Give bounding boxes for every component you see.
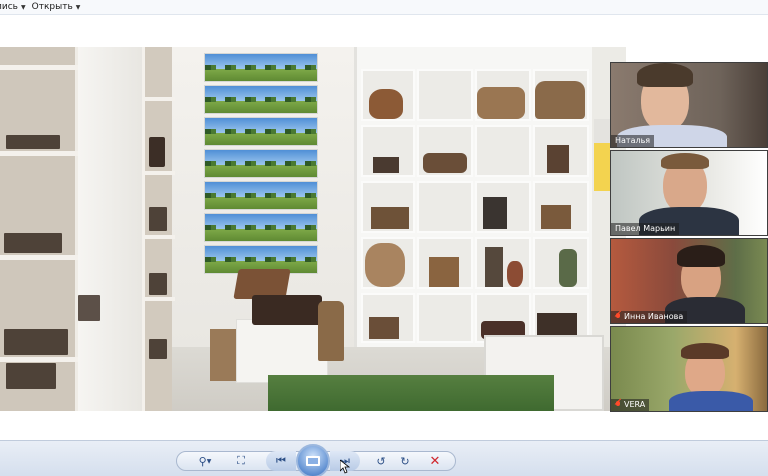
panorama-strip <box>204 213 318 242</box>
delete-button[interactable]: ✕ <box>424 451 446 471</box>
menu-item-open[interactable]: Открыть ▼ <box>32 2 87 12</box>
menu-bar: пись ▼ Открыть ▼ <box>0 0 768 15</box>
previous-button[interactable]: ⏮ <box>266 451 296 471</box>
panorama-strip <box>204 53 318 82</box>
panorama-strip <box>204 117 318 146</box>
fit-button[interactable]: ⛶ <box>230 451 252 471</box>
left-shelf <box>0 47 78 411</box>
middle-shelf <box>142 47 175 411</box>
zoom-button[interactable]: ⚲ ▼ <box>194 451 216 471</box>
panorama-strip <box>204 85 318 114</box>
participant-tile[interactable]: VERA <box>610 326 768 412</box>
microphone-muted-icon <box>615 313 621 321</box>
display-plinth <box>236 319 328 383</box>
microphone-muted-icon <box>615 401 621 409</box>
rotate-right-button[interactable]: ↻ <box>394 451 416 471</box>
participant-name: Павел Марьин <box>611 223 680 235</box>
menu-item-record-label: пись <box>0 2 18 12</box>
previous-icon: ⏮ <box>276 454 286 467</box>
rotate-left-button[interactable]: ↺ <box>370 451 392 471</box>
shared-screen-photo <box>0 47 626 411</box>
rotate-cw-icon: ↻ <box>400 454 410 468</box>
chevron-down-icon: ▼ <box>21 3 26 11</box>
magnifier-icon: ⚲ <box>198 454 207 468</box>
slideshow-icon <box>306 456 320 466</box>
rotate-ccw-icon: ↺ <box>376 454 386 468</box>
photo-viewer-toolbar: ⚲ ▼ ⛶ ⏮ ⏭ ↺ ↻ ✕ <box>0 440 768 476</box>
delete-x-icon: ✕ <box>429 453 441 469</box>
panorama-strip <box>204 149 318 178</box>
participant-tile[interactable]: Павел Марьин <box>610 150 768 236</box>
chevron-down-icon: ▼ <box>75 3 81 11</box>
chevron-down-icon: ▼ <box>206 457 212 465</box>
participant-tile[interactable]: Инна Иванова <box>610 238 768 324</box>
participant-name: Наталья <box>611 135 655 147</box>
menu-item-open-label: Открыть <box>31 2 73 12</box>
panorama-strip <box>204 181 318 210</box>
participant-panel: Наталья Павел Марьин Инна Иванова VERA <box>610 62 768 415</box>
slideshow-button[interactable] <box>296 444 330 476</box>
fit-window-icon: ⛶ <box>237 454 245 467</box>
right-shelving <box>354 47 592 347</box>
image-viewer: Наталья Павел Марьин Инна Иванова VERA <box>0 15 768 440</box>
participant-name: VERA <box>611 399 650 411</box>
participant-name: Инна Иванова <box>611 311 688 323</box>
mouse-cursor-icon <box>340 460 350 474</box>
participant-tile[interactable]: Наталья <box>610 62 768 148</box>
suitcase-exhibit <box>252 295 322 325</box>
map-table <box>268 375 554 411</box>
menu-item-record[interactable]: пись ▼ <box>0 2 32 12</box>
